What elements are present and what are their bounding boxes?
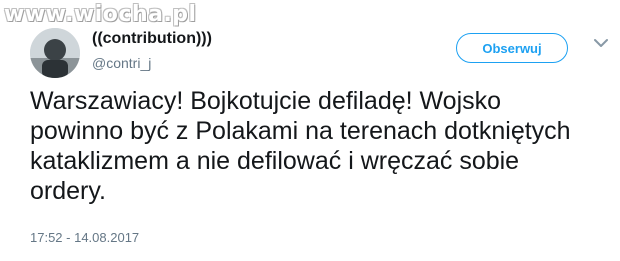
chevron-down-icon[interactable] [594, 38, 608, 48]
author-handle[interactable]: @contri_j [92, 55, 151, 71]
site-watermark: www.wiocha.pl [4, 2, 197, 27]
watermark-text: www.wiocha.pl [4, 2, 197, 27]
tweet-text: Warszawiacy! Bojkotujcie defiladę! Wojsk… [30, 87, 571, 205]
avatar-image [30, 28, 80, 78]
avatar[interactable] [30, 28, 80, 78]
follow-button[interactable]: Obserwuj [456, 33, 568, 63]
author-display-name[interactable]: ((contribution))) [92, 30, 212, 48]
tweet-timestamp[interactable]: 17:52 - 14.08.2017 [30, 230, 139, 245]
